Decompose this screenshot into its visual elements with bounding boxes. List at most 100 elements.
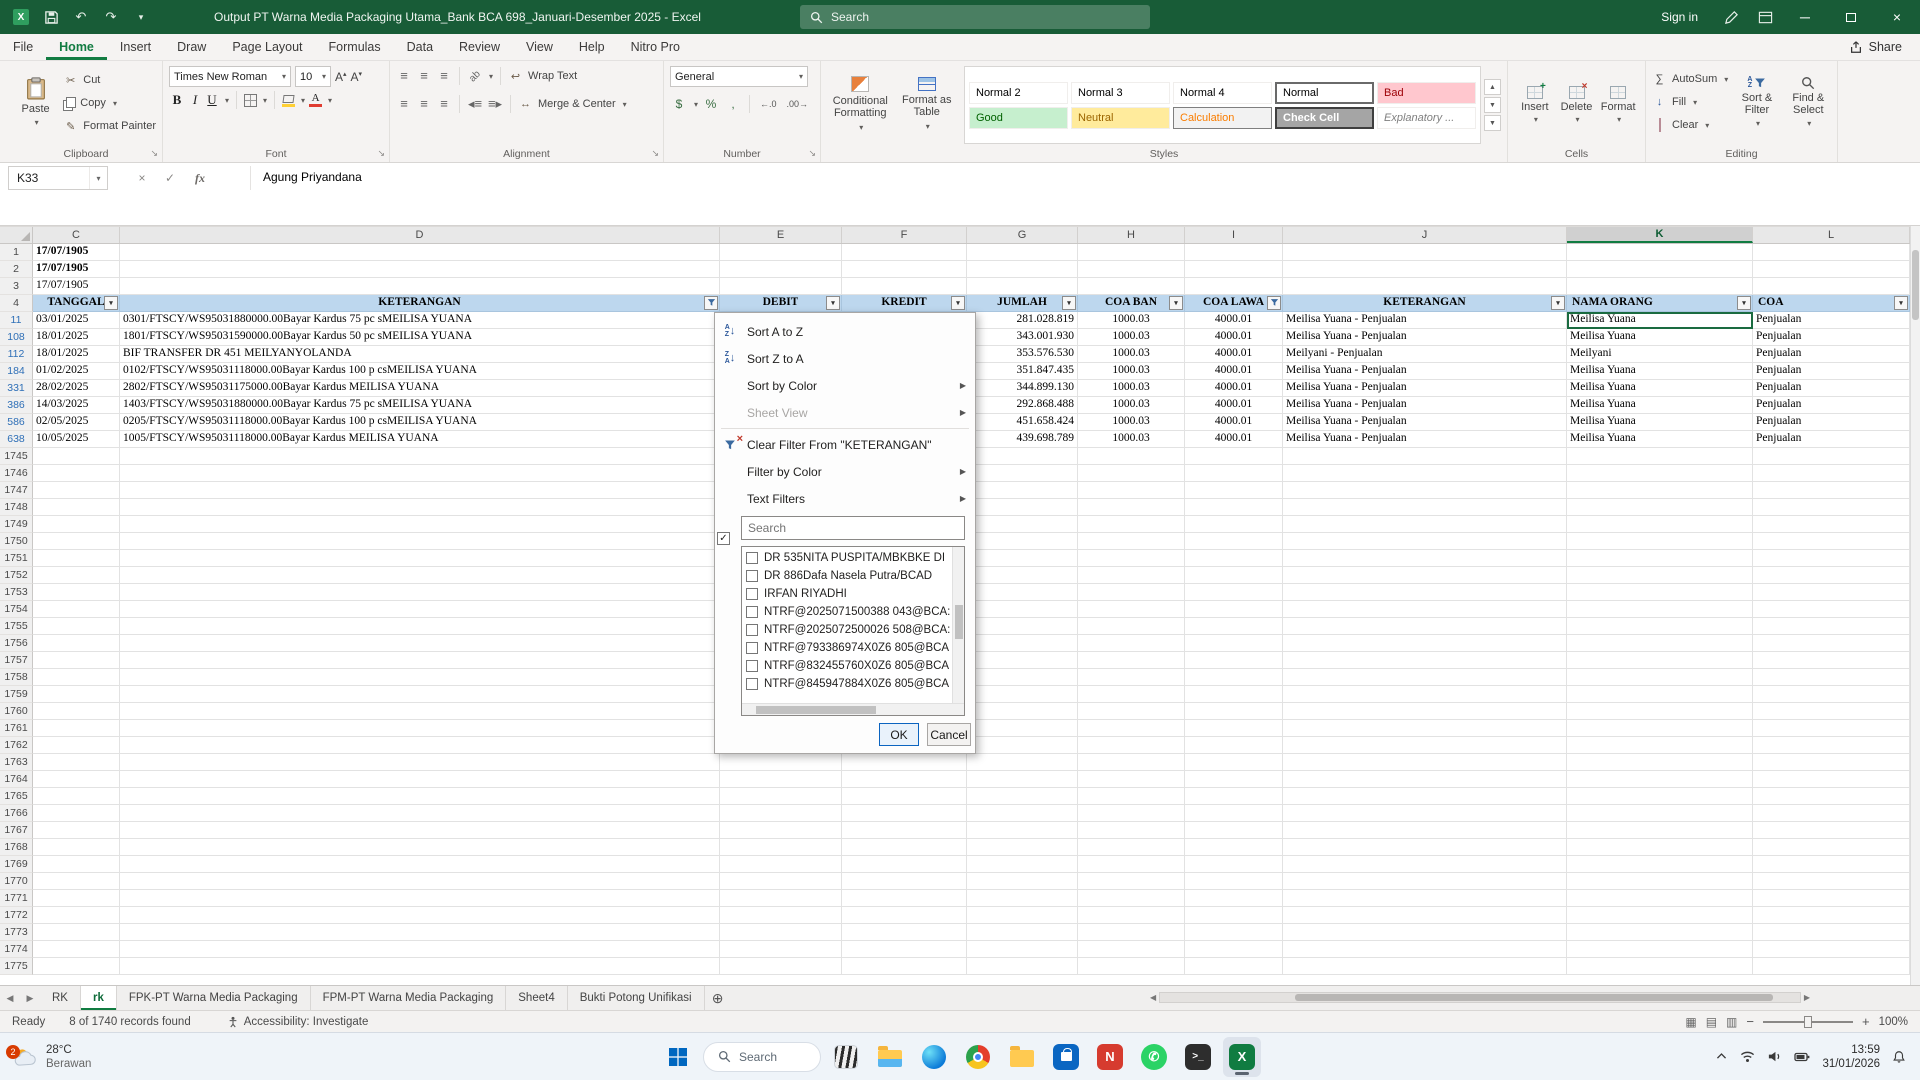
cell-D108[interactable]: 1801/FTSCY/WS95031590000.00Bayar Kardus … — [120, 329, 720, 346]
name-box[interactable]: K33 ▾ — [8, 166, 108, 190]
cancel-button[interactable]: Cancel — [927, 723, 971, 746]
cell-D1767[interactable] — [120, 822, 720, 839]
cell-G586[interactable]: 451.658.424 — [967, 414, 1078, 431]
cell-D386[interactable]: 1403/FTSCY/WS95031880000.00Bayar Kardus … — [120, 397, 720, 414]
ribbon-tab-data[interactable]: Data — [394, 34, 446, 60]
cell-D1774[interactable] — [120, 941, 720, 958]
cell-C331[interactable]: 28/02/2025 — [33, 380, 120, 397]
style-chip-normal-3[interactable]: Normal 3 — [1071, 82, 1170, 104]
checkbox-icon[interactable] — [746, 642, 758, 654]
notification-bell-icon[interactable] — [1892, 1050, 1906, 1064]
cell-E1774[interactable] — [720, 941, 842, 958]
cell-G1761[interactable] — [967, 720, 1078, 737]
cell-L1764[interactable] — [1753, 771, 1910, 788]
cell-D2[interactable] — [120, 261, 720, 278]
cell-F1763[interactable] — [842, 754, 967, 771]
horizontal-scrollbar-thumb[interactable] — [1295, 994, 1773, 1001]
cell-H3[interactable] — [1078, 278, 1185, 295]
cell-J1746[interactable] — [1283, 465, 1567, 482]
cell-F1773[interactable] — [842, 924, 967, 941]
cell-K1772[interactable] — [1567, 907, 1753, 924]
cell-D1771[interactable] — [120, 890, 720, 907]
cell-H1762[interactable] — [1078, 737, 1185, 754]
cell-C1749[interactable] — [33, 516, 120, 533]
cell-H1751[interactable] — [1078, 550, 1185, 567]
row-header-4[interactable]: 4 — [0, 295, 33, 312]
share-button[interactable]: Share — [1831, 34, 1920, 60]
cell-D1768[interactable] — [120, 839, 720, 856]
cell-C1748[interactable] — [33, 499, 120, 516]
cell-F1775[interactable] — [842, 958, 967, 975]
cell-L1757[interactable] — [1753, 652, 1910, 669]
italic-button[interactable]: I — [189, 92, 201, 108]
cell-H112[interactable]: 1000.03 — [1078, 346, 1185, 363]
filter-list-item-1[interactable]: DR 886Dafa Nasela Putra/BCAD — [742, 567, 953, 585]
cell-G1753[interactable] — [967, 584, 1078, 601]
cell-K2[interactable] — [1567, 261, 1753, 278]
filter-funnel-button-I[interactable] — [1267, 296, 1281, 310]
cell-G108[interactable]: 343.001.930 — [967, 329, 1078, 346]
row-header-586[interactable]: 586 — [0, 414, 33, 431]
cell-G184[interactable]: 351.847.435 — [967, 363, 1078, 380]
conditional-formatting-button[interactable]: Conditional Formatting ▾ — [827, 66, 894, 144]
decrease-indent-icon[interactable]: ◂≡ — [467, 97, 483, 111]
cell-J112[interactable]: Meilyani - Penjualan — [1283, 346, 1567, 363]
cell-E1[interactable] — [720, 244, 842, 261]
row-header-1756[interactable]: 1756 — [0, 635, 33, 652]
taskbar-folder-icon[interactable] — [1003, 1037, 1041, 1077]
cell-D1756[interactable] — [120, 635, 720, 652]
increase-decimal-button[interactable]: ←.0 — [757, 98, 780, 110]
filter-list-item-0[interactable]: DR 535NITA PUSPITA/MBKBKE DI — [742, 549, 953, 567]
wrap-text-button[interactable]: ↩Wrap Text — [508, 66, 577, 86]
ribbon-tab-file[interactable]: File — [0, 34, 46, 60]
undo-button[interactable]: ↶ — [68, 4, 94, 30]
style-chip-bad[interactable]: Bad — [1377, 82, 1476, 104]
clock[interactable]: 13:5931/01/2026 — [1822, 1043, 1880, 1071]
cell-C11[interactable]: 03/01/2025 — [33, 312, 120, 329]
cell-I1770[interactable] — [1185, 873, 1283, 890]
cell-L1773[interactable] — [1753, 924, 1910, 941]
sheet-nav-right-icon[interactable]: ▶ — [20, 986, 40, 1010]
autosum-button[interactable]: ∑AutoSum▾ — [1652, 69, 1728, 89]
cell-D1758[interactable] — [120, 669, 720, 686]
cell-I586[interactable]: 4000.01 — [1185, 414, 1283, 431]
cell-L184[interactable]: Penjualan — [1753, 363, 1910, 380]
zoom-in-button[interactable]: + — [1862, 1014, 1870, 1029]
cell-I1764[interactable] — [1185, 771, 1283, 788]
cell-J331[interactable]: Meilisa Yuana - Penjualan — [1283, 380, 1567, 397]
cell-I1766[interactable] — [1185, 805, 1283, 822]
minimize-button[interactable]: ─ — [1782, 0, 1828, 34]
save-button[interactable] — [38, 4, 64, 30]
cell-L1[interactable] — [1753, 244, 1910, 261]
ribbon-tab-insert[interactable]: Insert — [107, 34, 164, 60]
customize-qat-button[interactable]: ▾ — [128, 4, 154, 30]
row-header-1752[interactable]: 1752 — [0, 567, 33, 584]
row-header-1759[interactable]: 1759 — [0, 686, 33, 703]
style-chip-good[interactable]: Good — [969, 107, 1068, 129]
cell-J1763[interactable] — [1283, 754, 1567, 771]
cell-G2[interactable] — [967, 261, 1078, 278]
cell-G1757[interactable] — [967, 652, 1078, 669]
cell-G112[interactable]: 353.576.530 — [967, 346, 1078, 363]
cell-D11[interactable]: 0301/FTSCY/WS95031880000.00Bayar Kardus … — [120, 312, 720, 329]
checkbox-icon[interactable] — [746, 552, 758, 564]
row-header-1757[interactable]: 1757 — [0, 652, 33, 669]
cell-D1753[interactable] — [120, 584, 720, 601]
cell-D1757[interactable] — [120, 652, 720, 669]
cell-L11[interactable]: Penjualan — [1753, 312, 1910, 329]
cell-C1761[interactable] — [33, 720, 120, 737]
cell-J1748[interactable] — [1283, 499, 1567, 516]
cell-G1745[interactable] — [967, 448, 1078, 465]
cell-C1745[interactable] — [33, 448, 120, 465]
cell-C586[interactable]: 02/05/2025 — [33, 414, 120, 431]
cell-C1753[interactable] — [33, 584, 120, 601]
cell-I1774[interactable] — [1185, 941, 1283, 958]
cell-L1745[interactable] — [1753, 448, 1910, 465]
cell-H1750[interactable] — [1078, 533, 1185, 550]
cell-F4[interactable]: KREDIT▾ — [842, 295, 967, 312]
cell-I1767[interactable] — [1185, 822, 1283, 839]
cell-K1751[interactable] — [1567, 550, 1753, 567]
cell-J386[interactable]: Meilisa Yuana - Penjualan — [1283, 397, 1567, 414]
cell-G1750[interactable] — [967, 533, 1078, 550]
cell-I1752[interactable] — [1185, 567, 1283, 584]
